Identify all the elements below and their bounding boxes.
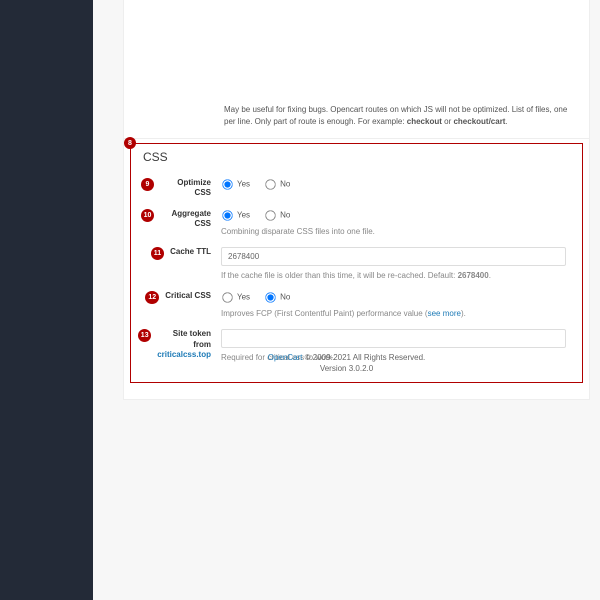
admin-sidebar — [0, 0, 93, 600]
cache-ttl-input[interactable] — [221, 247, 566, 266]
field-label: Cache TTL — [170, 247, 211, 257]
field-label: Aggregate CSS — [160, 209, 211, 230]
critical-yes-radio[interactable] — [222, 292, 232, 302]
aggregate-no-radio[interactable] — [265, 210, 275, 220]
css-section: 8 CSS 9 Optimize CSS Yes No — [130, 143, 583, 383]
optimize-no-radio[interactable] — [265, 179, 275, 189]
row-critical-css: 12 Critical CSS Yes No Improves FCP (Fir… — [141, 285, 572, 323]
aggregate-help: Combining disparate CSS files into one f… — [221, 226, 566, 237]
critical-help: Improves FCP (First Contentful Paint) pe… — [221, 308, 566, 319]
settings-panel: May be useful for fixing bugs. Opencart … — [123, 0, 590, 400]
version-text: Version 3.0.2.0 — [93, 363, 600, 374]
main-content: May be useful for fixing bugs. Opencart … — [93, 0, 600, 600]
aggregate-yes-radio[interactable] — [222, 210, 232, 220]
field-badge: 10 — [141, 209, 154, 222]
footer: OpenCart © 2009-2021 All Rights Reserved… — [93, 352, 600, 374]
see-more-link[interactable]: see more — [428, 309, 461, 318]
section-badge: 8 — [124, 137, 136, 149]
field-badge: 9 — [141, 178, 154, 191]
critical-no[interactable]: No — [264, 291, 290, 304]
aggregate-yes[interactable]: Yes — [221, 209, 250, 222]
field-label: Optimize CSS — [160, 178, 211, 199]
row-optimize-css: 9 Optimize CSS Yes No — [141, 172, 572, 203]
opencart-link[interactable]: OpenCart — [268, 353, 303, 362]
divider — [124, 138, 589, 139]
section-title: CSS — [141, 144, 572, 172]
cache-help: If the cache file is older than this tim… — [221, 270, 566, 281]
field-badge: 12 — [145, 291, 159, 304]
row-aggregate-css: 10 Aggregate CSS Yes No Combining dispar… — [141, 203, 572, 241]
field-label: Critical CSS — [165, 291, 211, 301]
field-badge: 11 — [151, 247, 164, 260]
optimize-no[interactable]: No — [264, 178, 290, 191]
row-cache-ttl: 11 Cache TTL If the cache file is older … — [141, 241, 572, 285]
optimize-yes-radio[interactable] — [222, 179, 232, 189]
field-badge: 13 — [138, 329, 151, 342]
critical-yes[interactable]: Yes — [221, 291, 250, 304]
site-token-input[interactable] — [221, 329, 566, 348]
critical-no-radio[interactable] — [265, 292, 275, 302]
aggregate-no[interactable]: No — [264, 209, 290, 222]
help-intro: May be useful for fixing bugs. Opencart … — [124, 0, 589, 134]
optimize-yes[interactable]: Yes — [221, 178, 250, 191]
